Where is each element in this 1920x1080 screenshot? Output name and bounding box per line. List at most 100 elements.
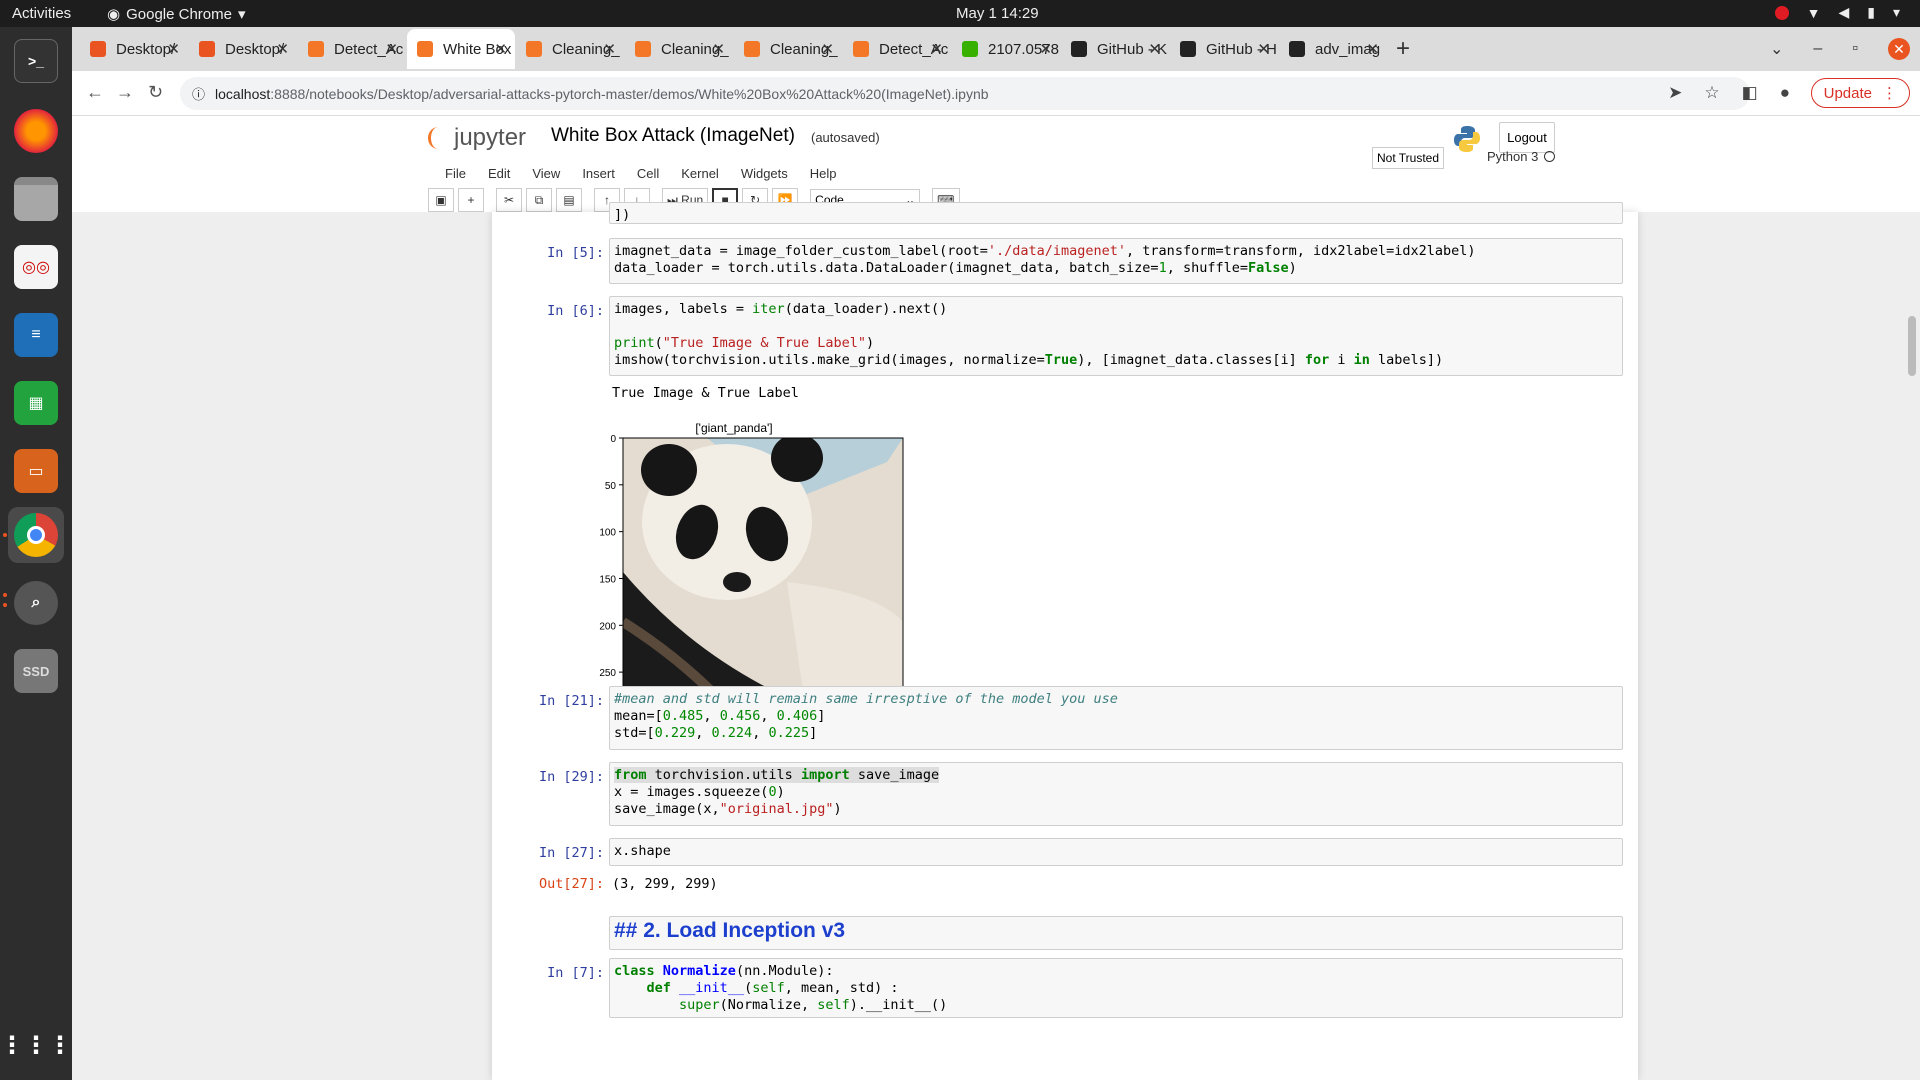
menu-widgets[interactable]: Widgets: [741, 166, 788, 181]
tab-close-icon[interactable]: ✕: [1366, 40, 1379, 58]
cut-button[interactable]: ✂: [496, 188, 522, 212]
tab-close-icon[interactable]: ✕: [494, 40, 507, 58]
tab-close-icon[interactable]: ✕: [930, 40, 943, 58]
cell-input[interactable]: imagnet_data = image_folder_custom_label…: [609, 238, 1623, 284]
battery-icon[interactable]: ▮: [1867, 4, 1875, 21]
activities-button[interactable]: Activities: [12, 5, 71, 22]
code-line: class Normalize(nn.Module):: [614, 963, 834, 979]
dock-impress[interactable]: ▭: [8, 443, 64, 499]
browser-tab[interactable]: Cleaning_ ✕: [625, 29, 733, 69]
clock[interactable]: May 1 14:29: [956, 5, 1039, 22]
forward-icon[interactable]: →: [116, 82, 134, 103]
tab-close-icon[interactable]: ✕: [603, 40, 616, 58]
close-window-icon[interactable]: ✕: [1888, 38, 1910, 60]
side-panel-icon[interactable]: ◧: [1742, 83, 1758, 103]
dock-files[interactable]: [8, 171, 64, 227]
browser-tab[interactable]: adv_imag ✕: [1279, 29, 1387, 69]
cell-input[interactable]: class Normalize(nn.Module): def __init__…: [609, 958, 1623, 1018]
cell-input[interactable]: images, labels = iter(data_loader).next(…: [609, 296, 1623, 376]
volume-icon[interactable]: ◀: [1838, 4, 1849, 21]
menu-cell[interactable]: Cell: [637, 166, 659, 181]
profile-icon[interactable]: ●: [1780, 83, 1790, 103]
tab-close-icon[interactable]: ✕: [385, 40, 398, 58]
browser-tab[interactable]: Detect_Ac ✕: [298, 29, 406, 69]
update-button[interactable]: Update ⋮: [1810, 78, 1910, 108]
tab-favicon-icon: [1180, 41, 1196, 57]
tab-close-icon[interactable]: ✕: [712, 40, 725, 58]
dock-terminal[interactable]: >_: [8, 33, 64, 89]
tab-favicon-icon: [1071, 41, 1087, 57]
tab-close-icon[interactable]: ✕: [276, 40, 289, 58]
dock-writer[interactable]: ≡: [8, 307, 64, 363]
input-prompt: In [5]:: [547, 245, 604, 261]
maximize-icon[interactable]: ▫: [1852, 40, 1858, 58]
browser-tab[interactable]: Cleaning_ ✕: [516, 29, 624, 69]
jupyter-logo[interactable]: jupyter: [428, 124, 526, 152]
dock-search[interactable]: ⌕: [8, 575, 64, 631]
code-line: mean=[0.485, 0.456, 0.406]: [614, 708, 826, 724]
dock-ssd[interactable]: SSD: [8, 643, 64, 699]
menu-view[interactable]: View: [532, 166, 560, 181]
paste-button[interactable]: ▤: [556, 188, 582, 212]
system-tray[interactable]: ▼ ◀ ▮ ▾: [1774, 4, 1900, 21]
browser-tab[interactable]: GitHub - K ✕: [1061, 29, 1169, 69]
tab-favicon-icon: [744, 41, 760, 57]
dock-document-viewer[interactable]: ◎◎: [8, 239, 64, 295]
y-tick-label: 200: [599, 621, 616, 632]
more-menu-icon: ⋮: [1882, 85, 1897, 102]
markdown-input[interactable]: ## 2. Load Inception v3: [609, 916, 1623, 950]
save-button[interactable]: ▣: [428, 188, 454, 212]
power-icon[interactable]: ▾: [1893, 4, 1900, 21]
tab-close-icon[interactable]: ✕: [1148, 40, 1161, 58]
system-top-bar: Activities ◉ Google Chrome ▾ May 1 14:29 ▼…: [0, 0, 1920, 27]
browser-tab[interactable]: Desktop/✕: [80, 29, 188, 69]
menu-help[interactable]: Help: [810, 166, 837, 181]
page-scrollbar[interactable]: [1908, 316, 1916, 376]
alert-icon[interactable]: [1774, 5, 1789, 20]
insert-cell-button[interactable]: +: [458, 188, 484, 212]
tab-close-icon[interactable]: ✕: [821, 40, 834, 58]
copy-button[interactable]: ⧉: [526, 188, 552, 212]
send-icon[interactable]: ➤: [1668, 83, 1682, 103]
notebook-title[interactable]: White Box Attack (ImageNet): [551, 125, 795, 147]
tab-favicon-icon: [1289, 41, 1305, 57]
trust-indicator[interactable]: Not Trusted: [1372, 147, 1444, 169]
tab-close-icon[interactable]: ✕: [1257, 40, 1270, 58]
browser-tab[interactable]: Cleaning_ ✕: [734, 29, 842, 69]
new-tab-button[interactable]: +: [1396, 35, 1410, 63]
input-prompt: In [6]:: [547, 303, 604, 319]
kernel-indicator[interactable]: Python 3: [1487, 149, 1556, 164]
tab-close-icon[interactable]: ✕: [167, 40, 180, 58]
cell-input[interactable]: from torchvision.utils import save_image…: [609, 762, 1623, 826]
tab-close-icon[interactable]: ✕: [1039, 40, 1052, 58]
minimize-icon[interactable]: –: [1813, 40, 1822, 58]
browser-tab[interactable]: Desktop/✕: [189, 29, 297, 69]
reload-icon[interactable]: ↻: [148, 82, 163, 103]
code-line: imshow(torchvision.utils.make_grid(image…: [614, 352, 1444, 368]
info-icon[interactable]: ⓘ: [192, 84, 205, 103]
menu-kernel[interactable]: Kernel: [681, 166, 719, 181]
menu-insert[interactable]: Insert: [582, 166, 615, 181]
menu-edit[interactable]: Edit: [488, 166, 510, 181]
browser-tab[interactable]: 2107.0578 ✕: [952, 29, 1060, 69]
dock-firefox[interactable]: [8, 103, 64, 159]
browser-tab[interactable]: GitHub - H ✕: [1170, 29, 1278, 69]
wifi-icon[interactable]: ▼: [1807, 5, 1821, 21]
paste-icon: ▤: [563, 193, 575, 207]
browser-tab[interactable]: Detect_Ac ✕: [843, 29, 951, 69]
back-icon[interactable]: ←: [86, 82, 104, 103]
cell-input[interactable]: #mean and std will remain same irresptiv…: [609, 686, 1623, 750]
cell-input[interactable]: x.shape: [609, 838, 1623, 866]
browser-tab[interactable]: White Box ✕: [407, 29, 515, 69]
dock-chrome[interactable]: [8, 507, 64, 563]
tab-search-icon[interactable]: ⌄: [1770, 39, 1783, 59]
address-bar[interactable]: ⓘ localhost:8888/notebooks/Desktop/adver…: [180, 77, 1750, 110]
app-menu[interactable]: ◉ Google Chrome ▾: [107, 5, 246, 24]
cell-input[interactable]: ]): [609, 202, 1623, 224]
dock-calc[interactable]: ▦: [8, 375, 64, 431]
tab-strip: Desktop/✕ Desktop/✕ Detect_Ac ✕ White Box ✕ Cl…: [72, 27, 1920, 71]
show-apps-button[interactable]: ⋮⋮⋮: [0, 1017, 72, 1073]
menu-file[interactable]: File: [445, 166, 466, 181]
y-tick-label: 150: [599, 574, 616, 585]
bookmark-star-icon[interactable]: ☆: [1704, 83, 1719, 103]
